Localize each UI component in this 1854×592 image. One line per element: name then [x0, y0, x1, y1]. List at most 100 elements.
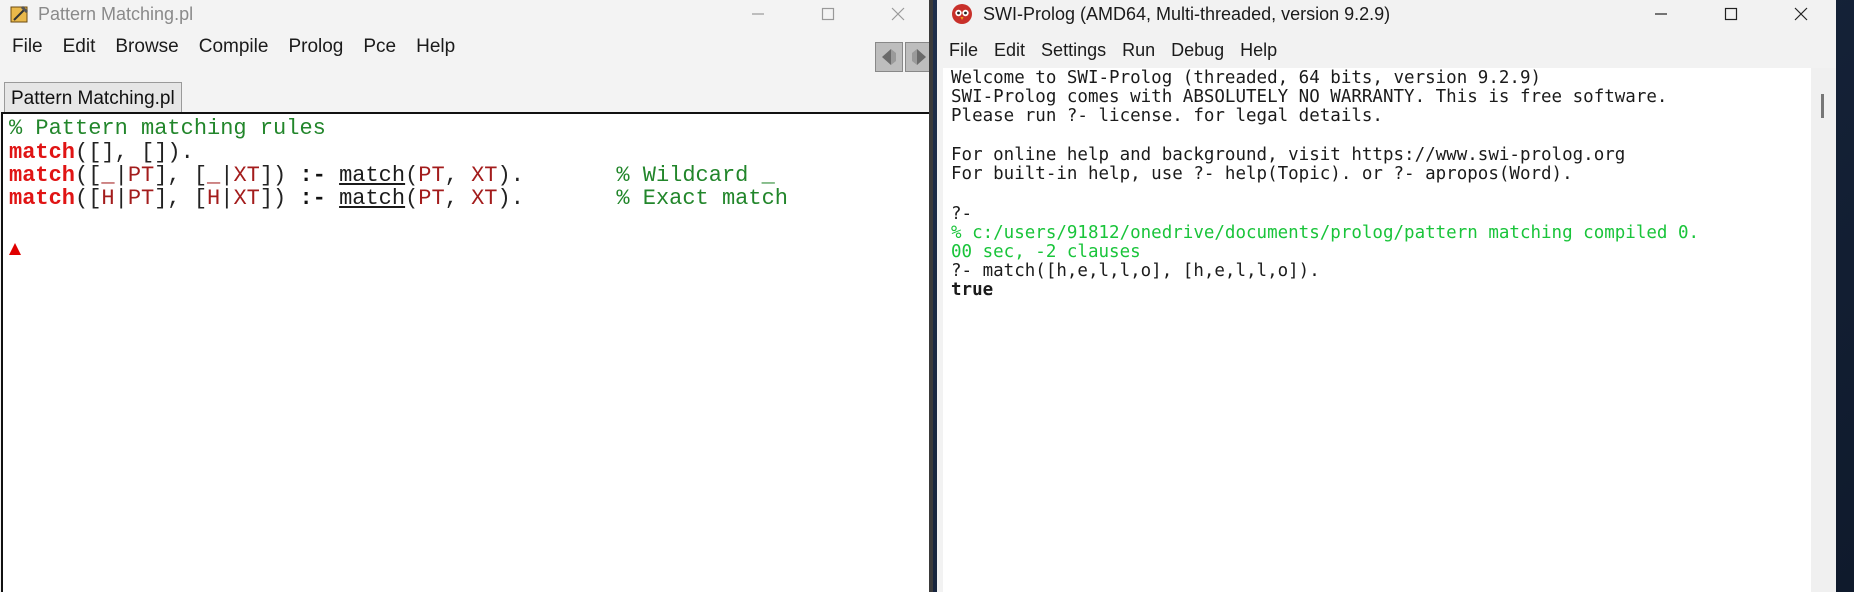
code-variable: XT: [233, 186, 260, 211]
minimize-icon: [752, 13, 764, 15]
code-punct: ], [: [154, 186, 208, 211]
code-editor[interactable]: % Pattern matching rules match([], []). …: [1, 112, 933, 592]
text-caret-marker: [9, 243, 21, 255]
neck-operator: :-: [299, 163, 326, 188]
code-line-1: % Pattern matching rules: [9, 116, 326, 141]
maximize-button[interactable]: [1696, 0, 1766, 28]
arrow-right-icon: [912, 49, 926, 65]
code-punct: (: [405, 163, 419, 188]
menu-file[interactable]: File: [2, 36, 53, 58]
close-button[interactable]: [1766, 0, 1836, 28]
console-prompt: ?-: [951, 204, 973, 224]
menu-prolog[interactable]: Prolog: [278, 36, 353, 58]
code-variable: PT: [418, 163, 445, 188]
code-comment: % Wildcard _: [616, 163, 775, 188]
code-punct: |: [220, 186, 234, 211]
maximize-icon: [1724, 7, 1738, 21]
maximize-button[interactable]: [793, 0, 863, 28]
code-punct: ]): [259, 186, 300, 211]
console-line-welcome: Welcome to SWI-Prolog (threaded, 64 bits…: [951, 68, 1542, 88]
minimize-button[interactable]: [723, 0, 793, 28]
console-output[interactable]: Welcome to SWI-Prolog (threaded, 64 bits…: [943, 68, 1811, 592]
code-variable: _: [207, 163, 221, 188]
swi-prolog-owl-icon: [952, 4, 972, 24]
minimize-icon: [1655, 13, 1667, 15]
menu-help[interactable]: Help: [1232, 40, 1285, 61]
maximize-icon: [821, 7, 835, 21]
code-line-3: match([_|PT], [_|XT]) :- match(PT, XT). …: [9, 163, 775, 188]
predicate-head: match: [9, 140, 76, 165]
console-window-title: SWI-Prolog (AMD64, Multi-threaded, versi…: [983, 3, 1391, 24]
console-compile-message-cont: 00 sec, -2 clauses: [951, 242, 1141, 262]
prolog-owl-icon: [10, 6, 28, 23]
console-line-online-help: For online help and background, visit ht…: [951, 145, 1626, 165]
code-punct: ], [: [154, 163, 208, 188]
code-variable: _: [101, 163, 115, 188]
code-punct: ([: [75, 186, 102, 211]
code-variable: XT: [233, 163, 260, 188]
predicate-head: match: [9, 186, 76, 211]
minimize-button[interactable]: [1626, 0, 1696, 28]
editor-menubar: File Edit Browse Compile Prolog Pce Help: [0, 28, 933, 72]
console-line-warranty: SWI-Prolog comes with ABSOLUTELY NO WARR…: [951, 87, 1668, 107]
code-variable: PT: [418, 186, 445, 211]
menu-settings[interactable]: Settings: [1033, 40, 1114, 61]
console-titlebar[interactable]: SWI-Prolog (AMD64, Multi-threaded, versi…: [937, 0, 1836, 28]
predicate-head: match: [9, 163, 76, 188]
console-window: SWI-Prolog (AMD64, Multi-threaded, versi…: [937, 0, 1836, 592]
code-variable: H: [101, 186, 115, 211]
code-line-4: match([H|PT], [H|XT]) :- match(PT, XT). …: [9, 186, 788, 211]
console-compile-message: % c:/users/91812/onedrive/documents/prol…: [951, 223, 1700, 243]
console-scrollbar[interactable]: [1811, 68, 1836, 592]
code-punct: ,: [444, 163, 472, 188]
code-variable: XT: [471, 186, 498, 211]
code-punct: |: [114, 186, 128, 211]
code-variable: PT: [127, 163, 155, 188]
menu-help[interactable]: Help: [406, 36, 465, 58]
window-divider: [929, 0, 933, 592]
editor-tabstrip: Pattern Matching.pl: [0, 66, 933, 113]
close-icon: [891, 7, 905, 21]
console-menubar: File Edit Settings Run Debug Help: [937, 38, 1836, 62]
console-line-builtin-help: For built-in help, use ?- help(Topic). o…: [951, 164, 1573, 184]
menu-run[interactable]: Run: [1114, 40, 1163, 61]
console-line-license: Please run ?- license. for legal details…: [951, 106, 1383, 126]
code-variable: H: [207, 186, 221, 211]
menu-file[interactable]: File: [941, 40, 986, 61]
editor-titlebar[interactable]: Pattern Matching.pl: [0, 0, 933, 28]
code-punct: ,: [444, 186, 472, 211]
code-variable: PT: [127, 186, 155, 211]
menu-debug[interactable]: Debug: [1163, 40, 1232, 61]
neck-operator: :-: [299, 186, 326, 211]
code-punct: |: [114, 163, 128, 188]
menu-pce[interactable]: Pce: [353, 36, 406, 58]
editor-window: Pattern Matching.pl File Edit Browse Com…: [0, 0, 933, 592]
code-variable: XT: [471, 163, 498, 188]
code-comment: % Exact match: [616, 186, 788, 211]
menu-compile[interactable]: Compile: [189, 36, 279, 58]
menu-browse[interactable]: Browse: [105, 36, 188, 58]
scrollbar-thumb[interactable]: [1821, 94, 1824, 118]
code-punct: ).: [497, 186, 524, 211]
close-icon: [1794, 7, 1808, 21]
close-button[interactable]: [863, 0, 933, 28]
code-punct: (: [405, 186, 419, 211]
code-args: ([], []).: [75, 140, 194, 165]
code-punct: |: [220, 163, 234, 188]
menu-edit[interactable]: Edit: [53, 36, 106, 58]
predicate-call: match: [339, 186, 406, 211]
arrow-left-icon: [882, 49, 896, 65]
menu-edit[interactable]: Edit: [986, 40, 1033, 61]
console-result: true: [951, 280, 994, 300]
tab-pattern-matching[interactable]: Pattern Matching.pl: [4, 82, 182, 113]
console-query: ?- match([h,e,l,l,o], [h,e,l,l,o]).: [951, 261, 1320, 281]
code-punct: ).: [497, 163, 524, 188]
editor-window-title: Pattern Matching.pl: [38, 3, 194, 24]
code-punct: ([: [75, 163, 102, 188]
predicate-call: match: [339, 163, 406, 188]
code-punct: ]): [259, 163, 300, 188]
